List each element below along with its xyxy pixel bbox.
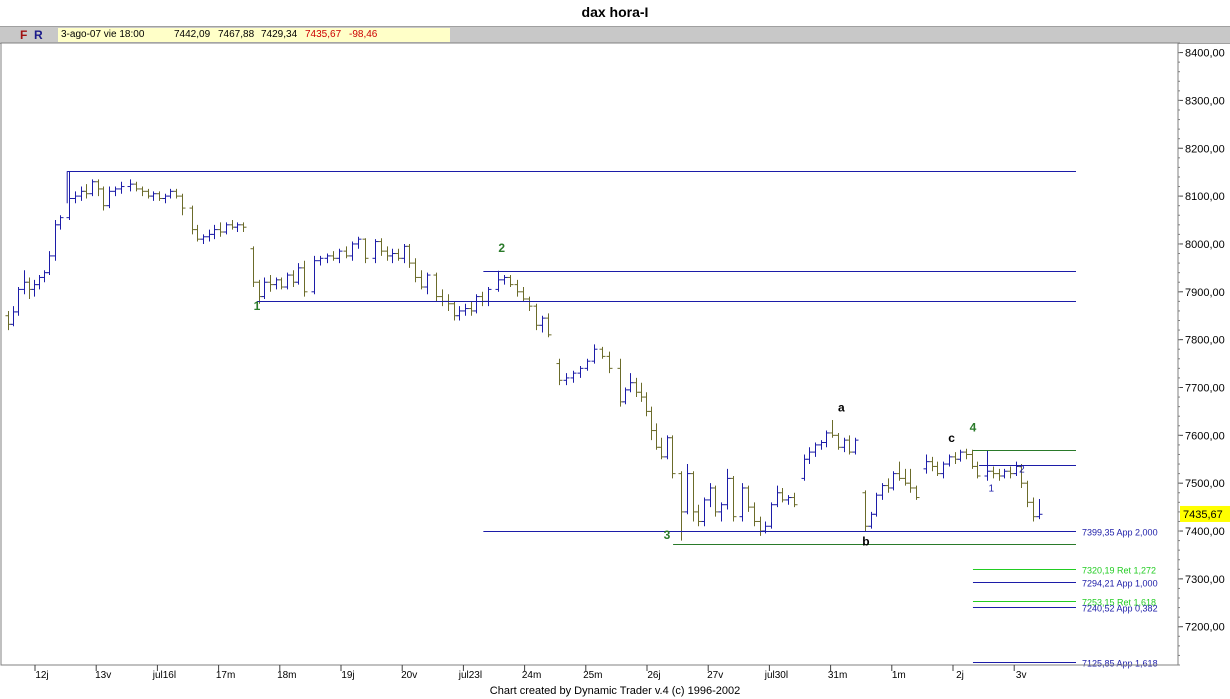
x-tick-label: 3v bbox=[1016, 670, 1027, 681]
x-tick-label: 18m bbox=[277, 670, 296, 681]
x-tick-label: 24m bbox=[522, 670, 541, 681]
x-tick-label: 20v bbox=[401, 670, 417, 681]
wave-label: 1 bbox=[254, 299, 261, 313]
wave-label: 1 bbox=[989, 483, 995, 494]
level-label: 7125,85 App 1,618 bbox=[1082, 659, 1158, 669]
wave-label: b bbox=[862, 534, 869, 548]
y-tick-label: 8200,00 bbox=[1185, 143, 1225, 155]
y-tick-label: 7400,00 bbox=[1185, 526, 1225, 538]
x-tick-label: 27v bbox=[707, 670, 723, 681]
x-axis: 12j 13v jul16l 17m 18m 19j 20v jul23l 24m 25m 26j 2… bbox=[1, 664, 1178, 681]
y-tick-label: 7600,00 bbox=[1185, 430, 1225, 442]
y-tick-label: 7800,00 bbox=[1185, 335, 1225, 347]
x-tick-label: 31m bbox=[828, 670, 847, 681]
y-tick-label: 7700,00 bbox=[1185, 382, 1225, 394]
x-tick-label: 1m bbox=[892, 670, 906, 681]
x-tick-label: jul16l bbox=[152, 670, 176, 681]
y-axis: 7200,00 7300,00 7400,00 7500,00 7600,00 7700,… bbox=[1177, 42, 1230, 666]
level-label: 7320,19 Ret 1,272 bbox=[1082, 566, 1156, 576]
wave-label: 2 bbox=[498, 241, 505, 255]
y-tick-label: 7900,00 bbox=[1185, 287, 1225, 299]
x-tick-label: jul30l bbox=[764, 670, 788, 681]
wave-label: 4 bbox=[970, 421, 977, 435]
y-tick-label: 8300,00 bbox=[1185, 95, 1225, 107]
y-tick-label: 7500,00 bbox=[1185, 478, 1225, 490]
plot-frame bbox=[0, 42, 1179, 666]
x-tick-label: 2j bbox=[956, 670, 964, 681]
wave-label: 3 bbox=[664, 528, 671, 542]
y-tick-label: 8000,00 bbox=[1185, 239, 1225, 251]
y-tick-label: 7200,00 bbox=[1185, 622, 1225, 634]
plot-area bbox=[0, 42, 1179, 666]
level-label: 7399,35 App 2,000 bbox=[1082, 528, 1158, 538]
footer-credit: Chart created by Dynamic Trader v.4 (c) … bbox=[489, 685, 741, 697]
y-tick-label: 8100,00 bbox=[1185, 191, 1225, 203]
x-tick-label: 17m bbox=[216, 670, 235, 681]
wave-label: 2 bbox=[1019, 465, 1025, 476]
x-tick-label: jul23l bbox=[458, 670, 482, 681]
y-tick-label: 7300,00 bbox=[1185, 574, 1225, 586]
x-tick-label: 13v bbox=[95, 670, 111, 681]
x-tick-label: 12j bbox=[35, 670, 48, 681]
wave-label: c bbox=[948, 431, 955, 445]
level-label: 7240,52 App 0,382 bbox=[1082, 604, 1158, 614]
wave-label: a bbox=[838, 400, 845, 414]
ohlc-chart: 7399,35 App 2,000 7320,19 Ret 1,272 7294,2… bbox=[0, 42, 1230, 681]
level-label: 7294,21 App 1,000 bbox=[1082, 579, 1158, 589]
y-tick-label: 8400,00 bbox=[1185, 48, 1225, 60]
last-price-label: 7435,67 bbox=[1183, 509, 1223, 521]
x-tick-label: 25m bbox=[583, 670, 602, 681]
x-tick-label: 26j bbox=[647, 670, 660, 681]
x-tick-label: 19j bbox=[341, 670, 354, 681]
